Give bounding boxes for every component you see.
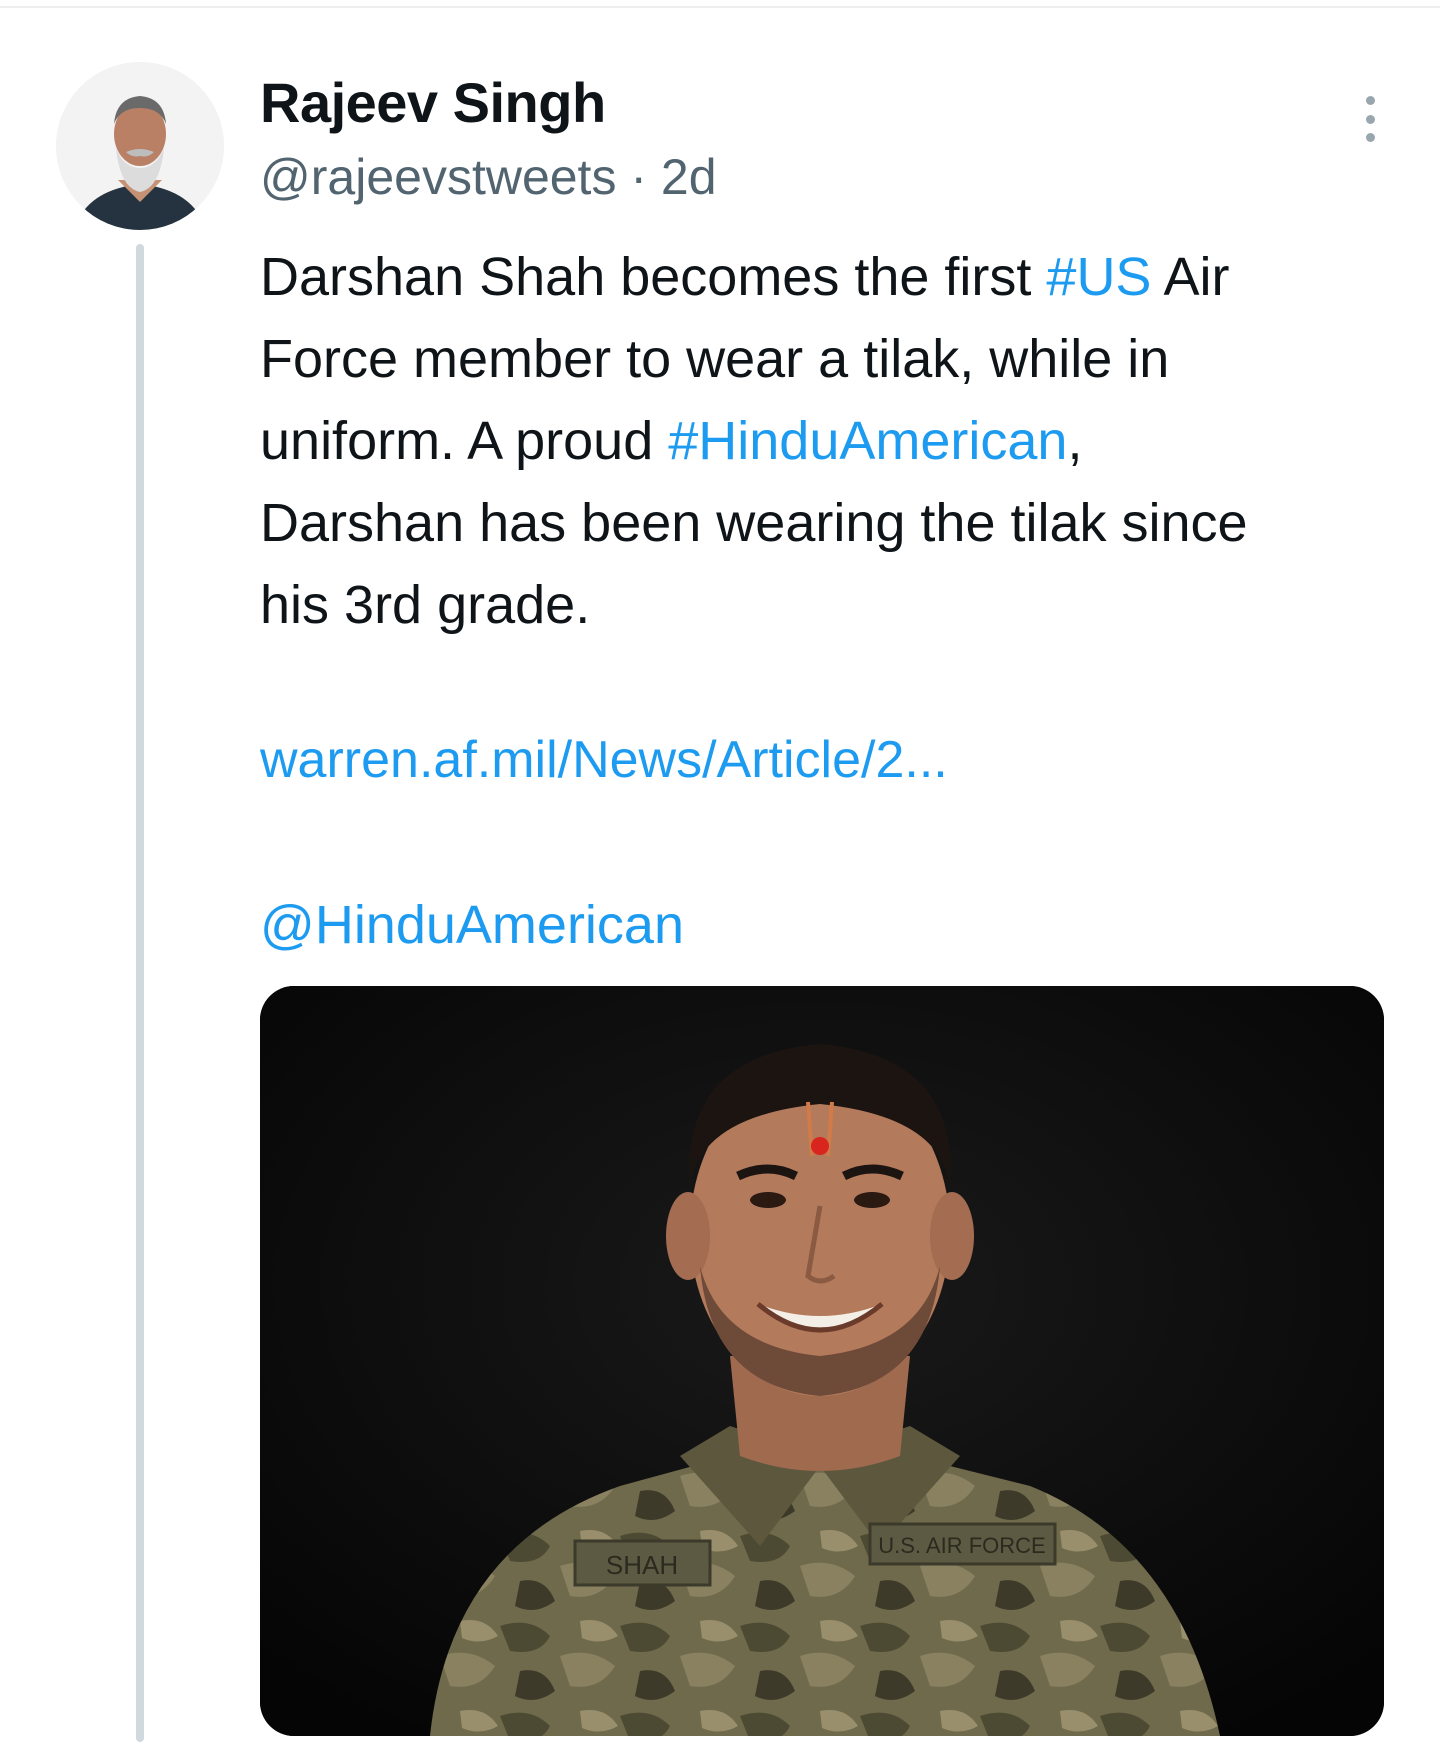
more-vertical-icon-dot [1365,133,1375,142]
text-segment: Darshan Shah becomes the first [260,247,1047,307]
tweet-text: Darshan Shah becomes the first #US Air F… [260,236,1390,646]
author-name[interactable]: Rajeev Singh [260,70,606,135]
tweet-text-line: Force member to wear a tilak, while in [260,318,1390,400]
text-segment: Air [1151,247,1230,307]
meta-separator: · [630,149,648,205]
text-segment: uniform. A proud [260,411,669,471]
more-vertical-icon-dot [1365,114,1375,124]
thread-connector-line [136,244,144,1742]
top-divider [0,6,1440,8]
author-handle[interactable]: @rajeevstweets [260,149,616,205]
more-options-button[interactable] [1350,96,1390,142]
text-segment: his 3rd grade. [260,575,591,635]
tweet-media-photo[interactable]: SHAH U.S. AIR FORCE [260,986,1384,1736]
avatar[interactable] [56,62,224,230]
text-segment: Darshan has been wearing the tilak since [260,493,1248,553]
hashtag-link[interactable]: #US [1046,247,1151,307]
name-tape: SHAH [606,1550,678,1580]
more-vertical-icon [1365,96,1375,105]
tweet-text-line: his 3rd grade. [260,564,1390,646]
tweet-text-line: Darshan Shah becomes the first #US Air [260,236,1390,318]
tweet-page: Rajeev Singh @rajeevstweets · 2d Darshan… [0,0,1440,1742]
tweet-meta: @rajeevstweets · 2d [260,148,717,206]
text-segment: , [1067,411,1083,471]
article-link[interactable]: warren.af.mil/News/Article/2... [260,730,948,790]
tweet-text-line: Darshan has been wearing the tilak since [260,482,1390,564]
tweet-text-line: uniform. A proud #HinduAmerican, [260,400,1390,482]
hashtag-link[interactable]: #HinduAmerican [668,411,1067,471]
mention-link[interactable]: @HinduAmerican [260,894,684,956]
photo-image: SHAH U.S. AIR FORCE [260,986,1384,1736]
avatar-image [56,62,224,230]
service-tape: U.S. AIR FORCE [878,1533,1045,1558]
tweet-timestamp[interactable]: 2d [661,149,717,205]
text-segment: Force member to wear a tilak, while in [260,329,1170,389]
